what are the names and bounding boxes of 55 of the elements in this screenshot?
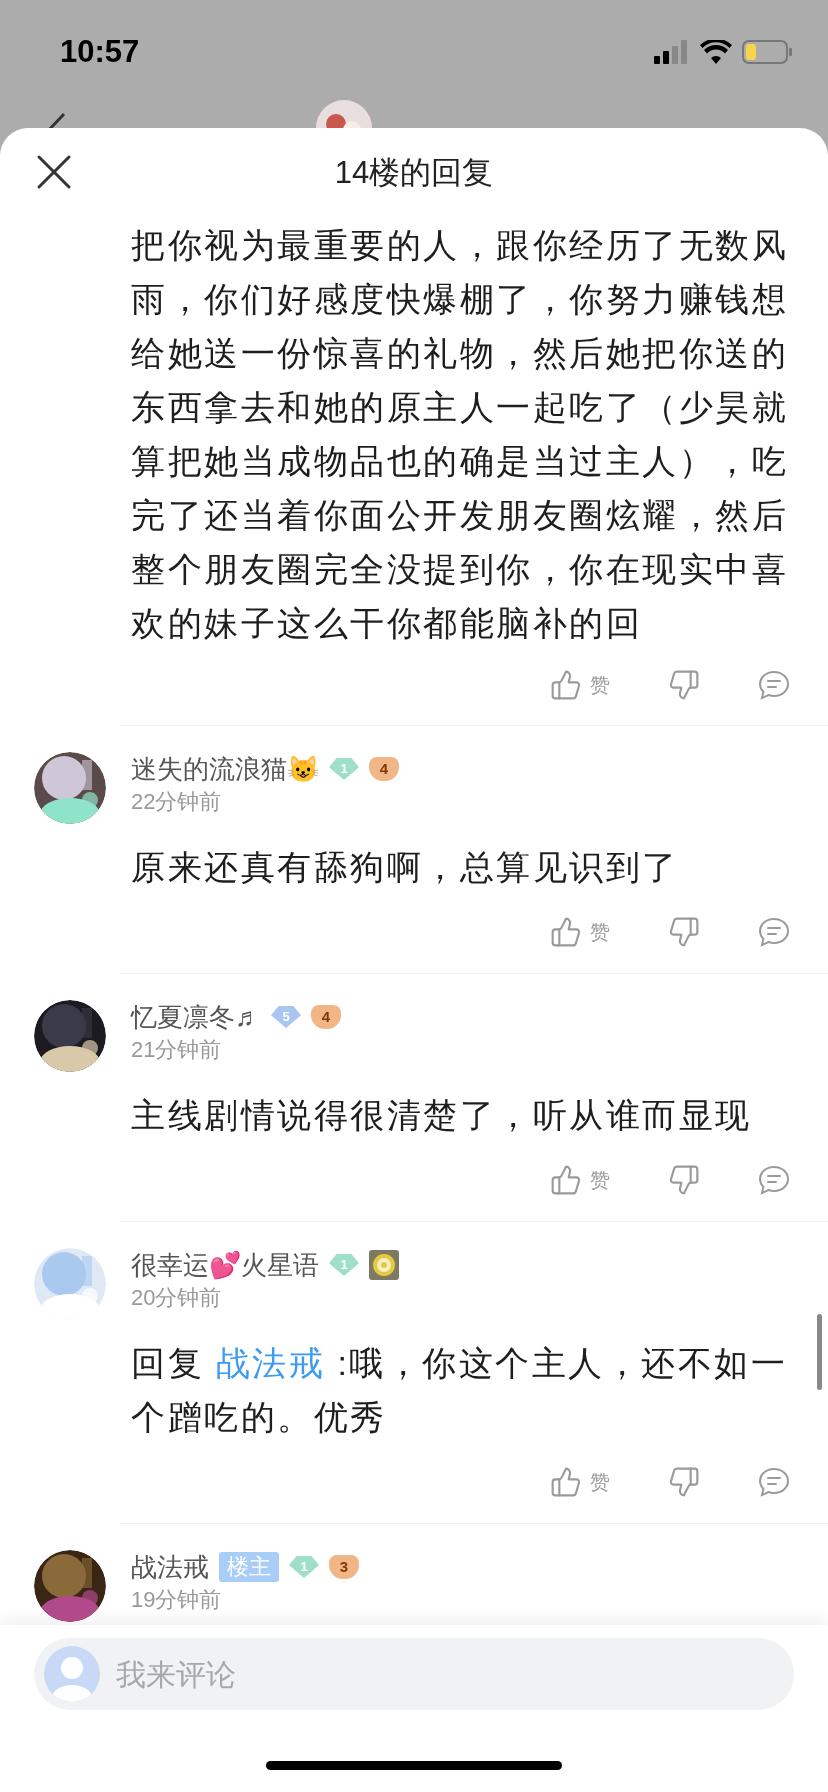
level-badge: 5	[271, 1006, 301, 1028]
game-badge: 3	[329, 1555, 359, 1579]
close-button[interactable]	[36, 154, 72, 190]
owner-tag: 楼主	[219, 1552, 279, 1582]
speech-bubble-icon	[758, 1165, 790, 1195]
user-avatar-icon	[44, 1646, 100, 1702]
thumbs-up-icon	[550, 669, 582, 701]
thumbs-up-icon	[550, 1164, 582, 1196]
thumbs-up-icon	[550, 916, 582, 948]
speech-bubble-icon	[758, 917, 790, 947]
sheet-title: 14楼的回复	[334, 153, 494, 192]
battery-icon	[742, 40, 792, 64]
dislike-button[interactable]	[668, 669, 700, 701]
status-time: 10:57	[60, 32, 140, 71]
user-name[interactable]: 战法戒	[131, 1547, 209, 1587]
comment-text: 回复 战法戒 :哦，你这个主人，还不如一个蹭吃的。优秀	[131, 1343, 789, 1438]
post-text: 把你视为最重要的人，跟你经历了无数风雨，你们好感度快爆棚了，你努力赚钱想给她送一份惊喜的礼物，然后她把你送的东西拿去和她的原主人一起吃了（少昊就算把她当成物品也的确是当过主人），吃完了还当着你面公开发朋友圈炫耀，然后整个朋友圈完全没提到你，你在现实中喜欢的妹子这么干你都能脑补的回	[131, 225, 789, 644]
thumbs-up-icon	[550, 1466, 582, 1498]
like-button[interactable]: 赞	[550, 1164, 610, 1196]
reply-button[interactable]	[758, 1165, 790, 1195]
game-badge: 4	[369, 757, 399, 781]
wifi-icon	[700, 40, 732, 64]
thumbs-down-icon	[668, 1164, 700, 1196]
comment-field[interactable]: 我来评论	[34, 1638, 794, 1710]
close-icon	[36, 154, 72, 190]
user-name[interactable]: 忆夏凛冬♬	[131, 997, 261, 1037]
level-badge: 1	[329, 1254, 359, 1276]
game-badge: 4	[311, 1005, 341, 1029]
dislike-button[interactable]	[668, 1466, 700, 1498]
dislike-button[interactable]	[668, 1164, 700, 1196]
thumbs-down-icon	[668, 916, 700, 948]
thumbs-down-icon	[668, 1466, 700, 1498]
reply-button[interactable]	[758, 917, 790, 947]
thumbs-down-icon	[668, 669, 700, 701]
signal-icon	[654, 40, 690, 64]
user-link[interactable]: 战法戒	[215, 1344, 338, 1382]
dislike-button[interactable]	[668, 916, 700, 948]
comment-time: 21分钟前	[131, 1036, 223, 1064]
like-button[interactable]: 赞	[550, 1466, 610, 1498]
speech-bubble-icon	[758, 670, 790, 700]
user-name[interactable]: 很幸运💕火星语	[131, 1245, 319, 1285]
reply-button[interactable]	[758, 1467, 790, 1497]
level-badge: 1	[289, 1556, 319, 1578]
user-name[interactable]: 迷失的流浪猫😺	[131, 749, 319, 789]
comment-time: 19分钟前	[131, 1586, 223, 1614]
reply-button[interactable]	[758, 670, 790, 700]
level-badge: 1	[329, 758, 359, 780]
comment-time: 22分钟前	[131, 788, 223, 816]
speech-bubble-icon	[758, 1467, 790, 1497]
comment-text: 主线剧情说得很清楚了，听从谁而显现	[131, 1095, 753, 1136]
comment-text: 原来还真有舔狗啊，总算见识到了	[131, 847, 680, 888]
like-button[interactable]: 赞	[550, 916, 610, 948]
medal-icon	[369, 1250, 399, 1280]
comment-time: 20分钟前	[131, 1284, 223, 1312]
like-button[interactable]: 赞	[550, 669, 610, 701]
